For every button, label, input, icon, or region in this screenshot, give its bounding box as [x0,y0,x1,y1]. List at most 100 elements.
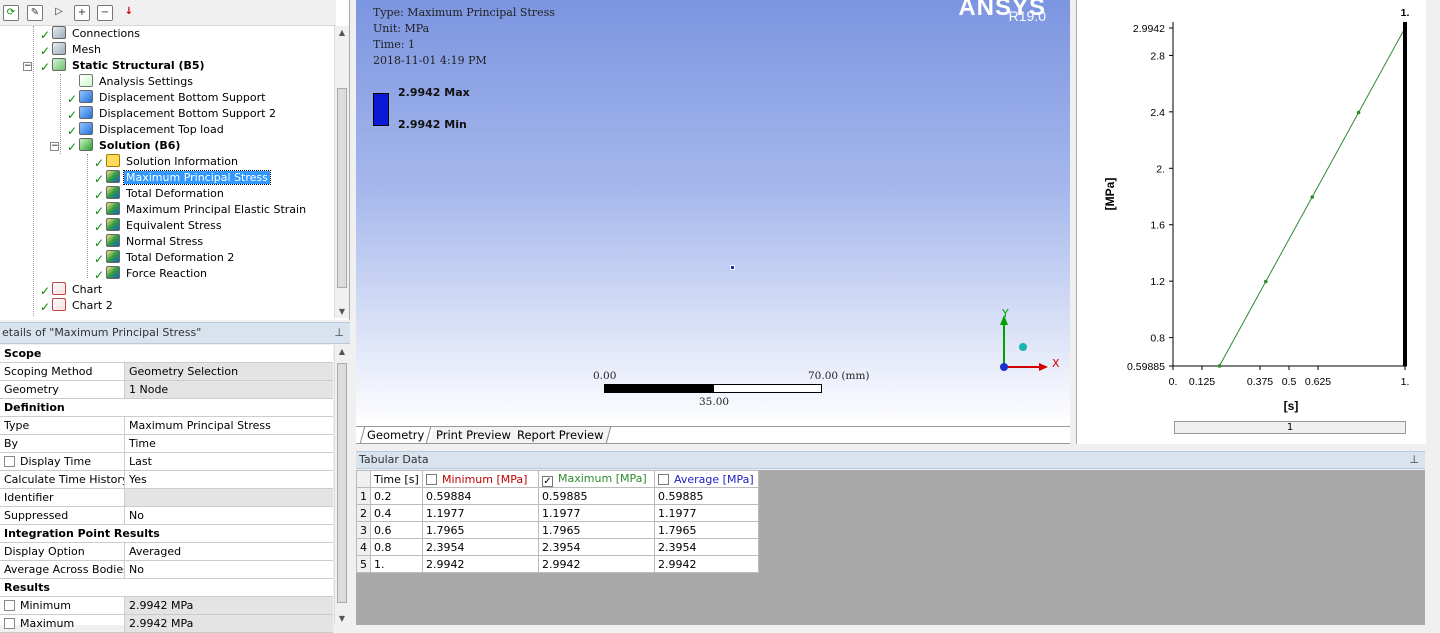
sort-az-icon[interactable]: ↓ [121,5,137,21]
tree-item-solution-information[interactable]: ✓ Solution Information [94,154,240,170]
tree-item-mesh[interactable]: ✓ Mesh [40,42,103,58]
details-row-suppressed[interactable]: Suppressed No [0,507,333,525]
details-value[interactable]: Last [124,453,333,470]
table-row[interactable]: 5 1. 2.9942 2.9942 2.9942 [356,555,759,573]
details-row-geometry[interactable]: Geometry 1 Node [0,381,333,399]
plot-toggle-checkbox[interactable] [426,473,437,485]
table-cell[interactable]: 1.1977 [538,504,655,522]
details-row-by[interactable]: By Time [0,435,333,453]
details-value[interactable]: Geometry Selection [124,363,333,380]
plot-toggle-checkbox[interactable] [658,473,669,485]
pin-icon[interactable]: ⊥ [334,323,344,343]
table-cell[interactable]: 0.8 [370,538,423,556]
column-header-average[interactable]: Average [MPa] [654,470,759,488]
table-cell[interactable]: 2.9942 [422,555,539,573]
details-value[interactable]: No [124,507,333,524]
table-cell[interactable]: 2.9942 [538,555,655,573]
parameter-checkbox[interactable] [4,456,15,467]
table-cell[interactable]: 0.4 [370,504,423,522]
table-cell[interactable]: 1.7965 [538,521,655,539]
table-row[interactable]: 3 0.6 1.7965 1.7965 1.7965 [356,521,759,539]
table-cell[interactable]: 2.9942 [654,555,759,573]
table-cell[interactable]: 2.3954 [422,538,539,556]
details-section-scope[interactable]: Scope [0,345,333,363]
table-cell[interactable]: 2.3954 [654,538,759,556]
table-cell[interactable]: 1.1977 [422,504,539,522]
table-cell[interactable]: 0.59885 [654,487,759,505]
tree-filter-icon[interactable]: ▷ [51,5,67,21]
details-section-results[interactable]: Results [0,579,333,597]
details-row-type[interactable]: Type Maximum Principal Stress [0,417,333,435]
scroll-thumb[interactable] [337,363,347,603]
details-row-minimum[interactable]: Minimum 2.9942 MPa [0,597,333,615]
collapse-icon[interactable]: − [97,5,113,21]
table-cell[interactable]: 1.1977 [654,504,759,522]
tree-item-displacement-top-load[interactable]: ✓ Displacement Top load [67,122,226,138]
tree-item-static-structural[interactable]: ✓ Static Structural (B5) [40,58,207,74]
details-row-scoping-method[interactable]: Scoping Method Geometry Selection [0,363,333,381]
parameter-checkbox[interactable] [4,618,15,629]
details-row-maximum[interactable]: Maximum 2.9942 MPa [0,615,333,633]
time-history-chart[interactable]: 0.59885 0.8 1.2 1.6 2. 2.4 2.8 2.9942 0. 0.125 0.3… [1077,0,1427,444]
expand-all-icon[interactable]: + [74,5,90,21]
graphics-viewport[interactable]: Type: Maximum Principal Stress Unit: MPa… [356,0,1070,426]
table-cell[interactable]: 1.7965 [654,521,759,539]
table-cell[interactable]: 0.59884 [422,487,539,505]
tab-print-preview[interactable]: Print Preview [429,427,519,443]
details-value[interactable]: Averaged [124,543,333,560]
tab-geometry[interactable]: Geometry [359,427,432,443]
details-value[interactable]: Yes [124,471,333,488]
tree-item-displacement-bottom-support[interactable]: ✓ Displacement Bottom Support [67,90,267,106]
tree-item-chart[interactable]: ✓ Chart [40,282,104,298]
table-row[interactable]: 1 0.2 0.59884 0.59885 0.59885 [356,487,759,505]
details-value[interactable]: 1 Node [124,381,333,398]
refresh-icon[interactable]: ⟳ [3,5,19,21]
table-cell[interactable]: 0.2 [370,487,423,505]
table-row[interactable]: 2 0.4 1.1977 1.1977 1.1977 [356,504,759,522]
scroll-up-icon[interactable]: ▲ [335,28,349,37]
details-value[interactable]: Time [124,435,333,452]
table-row[interactable]: 4 0.8 2.3954 2.3954 2.3954 [356,538,759,556]
tree-item-force-reaction[interactable]: ✓ Force Reaction [94,266,209,282]
details-value[interactable] [124,489,333,506]
details-row-calculate-time-history[interactable]: Calculate Time History Yes [0,471,333,489]
tree-item-maximum-principal-elastic-strain[interactable]: ✓ Maximum Principal Elastic Strain [94,202,308,218]
details-section-definition[interactable]: Definition [0,399,333,417]
details-row-display-option[interactable]: Display Option Averaged [0,543,333,561]
column-header-time[interactable]: Time [s] [370,470,423,488]
tree-item-total-deformation-2[interactable]: ✓ Total Deformation 2 [94,250,236,266]
details-row-identifier[interactable]: Identifier [0,489,333,507]
details-value[interactable]: Maximum Principal Stress [124,417,333,434]
time-slider[interactable]: 1 [1174,421,1406,434]
tree-item-displacement-bottom-support-2[interactable]: ✓ Displacement Bottom Support 2 [67,106,278,122]
table-cell[interactable]: 1. [370,555,423,573]
color-legend-bar[interactable] [373,93,389,126]
scroll-down-icon[interactable]: ▼ [335,307,349,316]
tree-item-connections[interactable]: ✓ Connections [40,26,142,42]
table-cell[interactable]: 0.6 [370,521,423,539]
tab-report-preview[interactable]: Report Preview [510,427,611,443]
selected-node-marker[interactable] [730,265,735,270]
column-header-maximum[interactable]: ✓ Maximum [MPa] [538,470,655,488]
tree-item-chart-2[interactable]: ✓ Chart 2 [40,298,115,314]
details-scrollbar[interactable]: ▲ ▼ [334,345,349,625]
table-cell[interactable]: 0.59885 [538,487,655,505]
details-row-average-across-bodies[interactable]: Average Across Bodies No [0,561,333,579]
column-header-minimum[interactable]: Minimum [MPa] [422,470,539,488]
tree-item-analysis-settings[interactable]: Analysis Settings [79,74,195,90]
tree-item-normal-stress[interactable]: ✓ Normal Stress [94,234,205,250]
tree-item-maximum-principal-stress[interactable]: ✓ Maximum Principal Stress [94,170,271,186]
details-row-display-time[interactable]: Display Time Last [0,453,333,471]
tree-item-solution[interactable]: ✓ Solution (B6) [67,138,182,154]
parameter-checkbox[interactable] [4,600,15,611]
table-cell[interactable]: 2.3954 [538,538,655,556]
scroll-down-icon[interactable]: ▼ [335,614,349,623]
tree-scrollbar[interactable]: ▲ ▼ [334,26,349,318]
tree-item-equivalent-stress[interactable]: ✓ Equivalent Stress [94,218,224,234]
details-section-integration-point-results[interactable]: Integration Point Results [0,525,333,543]
table-cell[interactable]: 1.7965 [422,521,539,539]
scroll-up-icon[interactable]: ▲ [335,347,349,356]
pin-icon[interactable]: ⊥ [1409,452,1419,468]
plot-toggle-checkbox[interactable]: ✓ [542,475,553,487]
tree-item-total-deformation[interactable]: ✓ Total Deformation [94,186,226,202]
